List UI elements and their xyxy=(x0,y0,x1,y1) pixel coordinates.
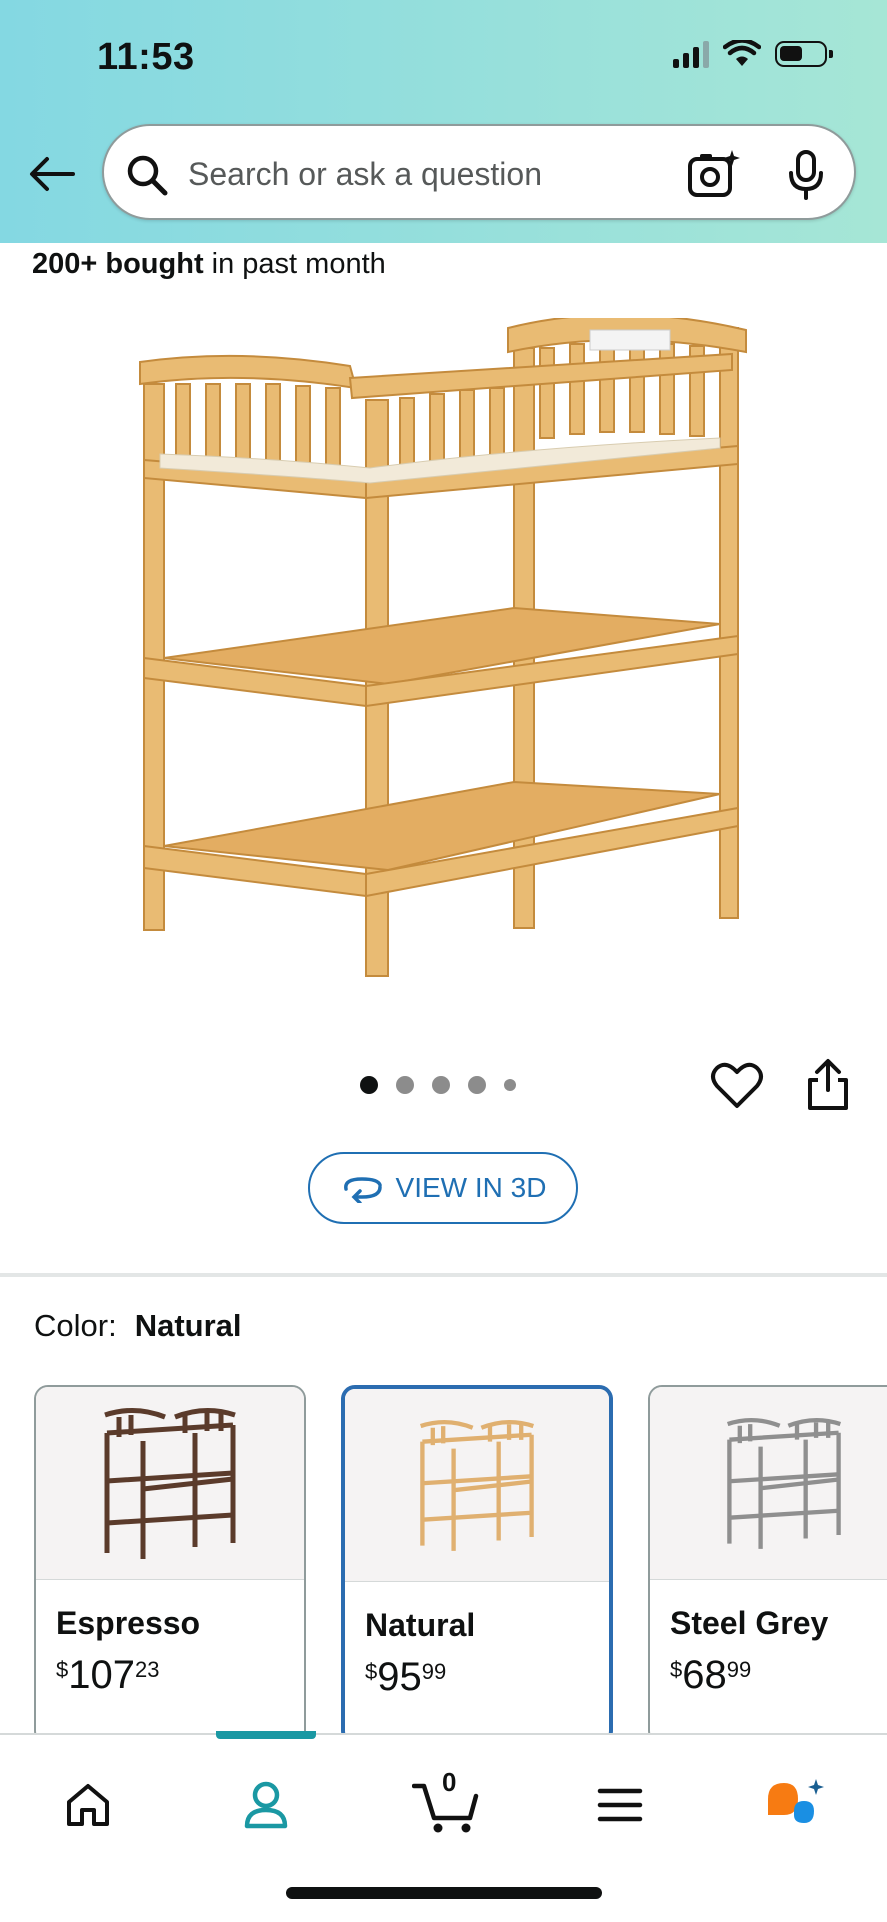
price-whole: 68 xyxy=(682,1653,727,1697)
color-option-name: Steel Grey xyxy=(670,1605,829,1641)
status-time: 11:53 xyxy=(97,36,195,78)
product-image[interactable] xyxy=(120,318,760,998)
section-divider xyxy=(0,1273,887,1277)
color-option-natural[interactable]: Natural $9599 xyxy=(341,1385,613,1745)
price-currency: $ xyxy=(670,1657,683,1682)
changing-table-thumbnail xyxy=(104,1408,236,1559)
changing-table-thumbnail xyxy=(419,1420,535,1551)
rufus-icon xyxy=(768,1779,824,1823)
pagination-dot[interactable] xyxy=(468,1076,486,1094)
status-icons xyxy=(673,40,833,68)
home-icon xyxy=(67,1784,109,1826)
active-tab-indicator xyxy=(216,1731,316,1739)
view-in-3d-button[interactable]: VIEW IN 3D xyxy=(308,1152,578,1224)
price-whole: 107 xyxy=(68,1653,135,1697)
color-option-price: $9599 xyxy=(365,1655,446,1700)
view-in-3d-label: VIEW IN 3D xyxy=(395,1172,547,1203)
color-option-price: $6899 xyxy=(670,1653,751,1698)
color-thumbnail xyxy=(650,1387,887,1580)
color-option-espresso[interactable]: Espresso $10723 xyxy=(34,1385,306,1745)
pagination-dot[interactable] xyxy=(504,1079,516,1091)
home-indicator xyxy=(286,1887,602,1899)
cellular-signal-icon xyxy=(673,40,709,68)
color-selection-label: Color: Natural xyxy=(34,1308,242,1344)
price-fraction: 99 xyxy=(726,1657,752,1682)
app-header: 11:53 Search or ask a question xyxy=(0,0,887,243)
image-pagination[interactable] xyxy=(360,1076,516,1094)
nav-rufus[interactable] xyxy=(756,1765,836,1845)
price-fraction: 99 xyxy=(421,1659,447,1684)
camera-search-icon[interactable] xyxy=(686,148,740,200)
account-icon xyxy=(244,1781,288,1829)
back-arrow-icon xyxy=(30,157,75,191)
selected-color: Natural xyxy=(134,1308,242,1343)
color-option-price: $10723 xyxy=(56,1653,159,1698)
nav-cart[interactable]: 0 xyxy=(402,1765,492,1845)
nav-home[interactable] xyxy=(48,1765,128,1845)
search-placeholder: Search or ask a question xyxy=(188,156,542,192)
changing-table-thumbnail xyxy=(726,1418,842,1549)
menu-icon xyxy=(597,1788,643,1822)
price-fraction: 23 xyxy=(135,1657,160,1682)
heart-icon[interactable] xyxy=(709,1058,765,1114)
back-button[interactable] xyxy=(24,146,80,202)
microphone-icon[interactable] xyxy=(786,148,826,202)
bought-count: 200+ bought xyxy=(32,248,204,280)
battery-icon xyxy=(775,41,833,67)
rotate-3d-icon xyxy=(343,1177,382,1203)
search-icon xyxy=(127,155,168,196)
nav-account[interactable] xyxy=(226,1765,306,1845)
color-label: Color: xyxy=(34,1308,117,1343)
price-whole: 95 xyxy=(377,1655,422,1699)
nav-menu[interactable] xyxy=(580,1765,660,1845)
share-icon[interactable] xyxy=(800,1056,856,1112)
pagination-dot[interactable] xyxy=(360,1076,378,1094)
color-thumbnail xyxy=(345,1389,609,1582)
pagination-dot[interactable] xyxy=(432,1076,450,1094)
price-currency: $ xyxy=(56,1657,69,1682)
color-option-name: Espresso xyxy=(56,1605,201,1641)
pagination-dot[interactable] xyxy=(396,1076,414,1094)
price-currency: $ xyxy=(365,1659,378,1684)
cart-count: 0 xyxy=(442,1767,457,1797)
bought-suffix: in past month xyxy=(203,248,386,280)
wifi-icon xyxy=(723,40,761,66)
color-option-steel-grey[interactable]: Steel Grey $6899 xyxy=(648,1385,887,1745)
search-input[interactable]: Search or ask a question xyxy=(102,124,856,220)
color-thumbnail xyxy=(36,1387,304,1580)
color-option-name: Natural xyxy=(365,1607,476,1643)
bought-in-past-month: 200+ bought in past month xyxy=(32,248,386,281)
